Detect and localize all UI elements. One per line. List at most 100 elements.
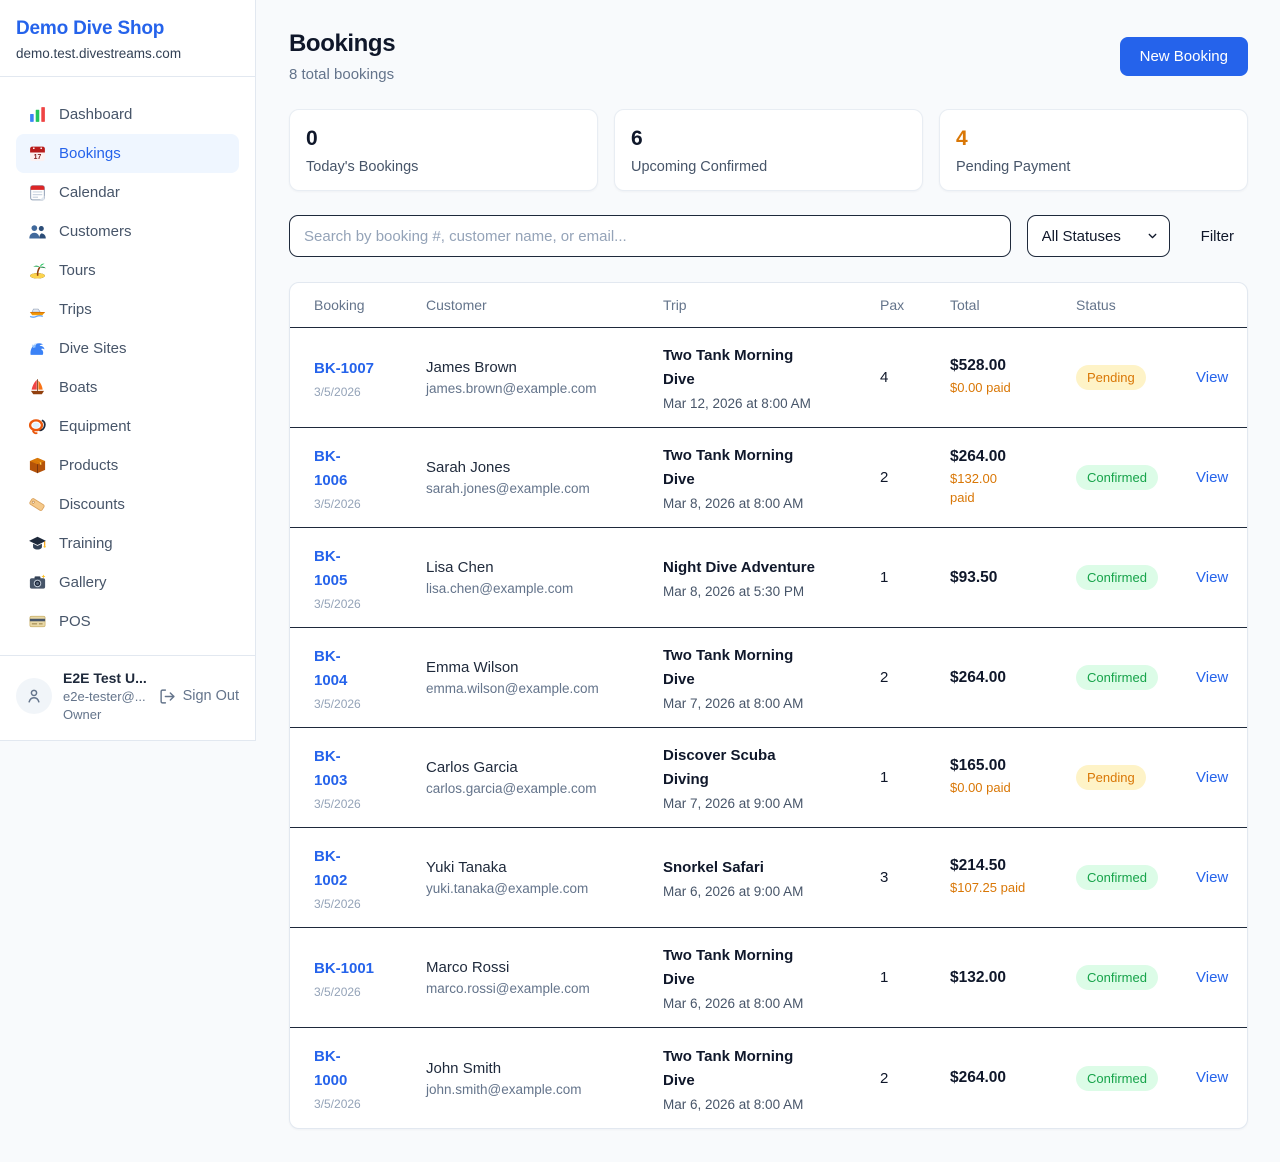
trip-datetime: Mar 8, 2026 at 5:30 PM: [663, 584, 880, 599]
sidebar-item-dive-sites[interactable]: Dive Sites: [16, 329, 239, 368]
column-header-trip: Trip: [663, 297, 880, 313]
sidebar-item-products[interactable]: Products: [16, 446, 239, 485]
view-link[interactable]: View: [1196, 569, 1228, 586]
booking-date: 3/5/2026: [314, 797, 426, 811]
stats-row: 0 Today's Bookings 6 Upcoming Confirmed …: [289, 109, 1248, 191]
view-link[interactable]: View: [1196, 769, 1228, 786]
sidebar-item-customers[interactable]: Customers: [16, 212, 239, 251]
column-header-status: Status: [1076, 297, 1196, 313]
view-link[interactable]: View: [1196, 869, 1228, 886]
shop-domain: demo.test.divestreams.com: [16, 46, 239, 61]
booking-date: 3/5/2026: [314, 897, 426, 911]
total-amount: $264.00: [950, 669, 1076, 687]
trip-datetime: Mar 12, 2026 at 8:00 AM: [663, 396, 880, 411]
sidebar-item-gallery[interactable]: Gallery: [16, 563, 239, 602]
page-header: Bookings 8 total bookings New Booking: [289, 30, 1248, 83]
sidebar-item-training[interactable]: Training: [16, 524, 239, 563]
booking-cell: BK- 1002 3/5/2026: [314, 845, 426, 911]
view-link[interactable]: View: [1196, 369, 1228, 386]
trip-name: Discover Scuba Diving: [663, 744, 821, 792]
total-cell: $264.00 $132.00 paid: [950, 448, 1076, 508]
new-booking-button[interactable]: New Booking: [1120, 37, 1248, 76]
filter-button[interactable]: Filter: [1186, 228, 1248, 245]
sidebar-item-tours[interactable]: Tours: [16, 251, 239, 290]
booking-cell: BK-1007 3/5/2026: [314, 357, 426, 399]
credit-card-icon: [28, 612, 47, 631]
sidebar-item-label: POS: [59, 613, 91, 630]
sign-out-button[interactable]: Sign Out: [159, 688, 239, 705]
sidebar-item-label: Products: [59, 457, 118, 474]
booking-date: 3/5/2026: [314, 985, 426, 999]
search-input[interactable]: [289, 215, 1011, 257]
trip-name: Snorkel Safari: [663, 856, 821, 880]
status-filter-select[interactable]: All Statuses: [1027, 215, 1170, 257]
sidebar-item-label: Dive Sites: [59, 340, 127, 357]
sidebar-item-bookings[interactable]: 17 Bookings: [16, 134, 239, 173]
sidebar-item-pos[interactable]: POS: [16, 602, 239, 641]
sidebar-item-discounts[interactable]: Discounts: [16, 485, 239, 524]
trip-cell: Two Tank Morning Dive Mar 7, 2026 at 8:0…: [663, 644, 880, 711]
sidebar-item-label: Calendar: [59, 184, 120, 201]
column-header-booking: Booking: [314, 297, 426, 313]
status-cell: Confirmed: [1076, 565, 1196, 590]
trip-datetime: Mar 6, 2026 at 9:00 AM: [663, 884, 880, 899]
customer-email: emma.wilson@example.com: [426, 681, 663, 696]
view-link[interactable]: View: [1196, 469, 1228, 486]
sidebar: Demo Dive Shop demo.test.divestreams.com…: [0, 0, 256, 741]
booking-id-link[interactable]: BK-1001: [314, 957, 426, 981]
booking-id-link[interactable]: BK- 1000: [314, 1045, 426, 1093]
page-subtitle: 8 total bookings: [289, 66, 395, 83]
view-link[interactable]: View: [1196, 969, 1228, 986]
table-row[interactable]: BK-1007 3/5/2026 James Brown james.brown…: [290, 328, 1247, 428]
total-amount: $528.00: [950, 357, 1076, 375]
booking-id-link[interactable]: BK-1007: [314, 357, 426, 381]
booking-id-link[interactable]: BK- 1005: [314, 545, 426, 593]
view-link[interactable]: View: [1196, 1069, 1228, 1086]
user-icon: [24, 686, 44, 706]
sign-out-icon: [159, 688, 176, 705]
table-row[interactable]: BK-1001 3/5/2026 Marco Rossi marco.rossi…: [290, 928, 1247, 1028]
sidebar-item-calendar[interactable]: Calendar: [16, 173, 239, 212]
booking-id-link[interactable]: BK- 1006: [314, 445, 426, 493]
total-cell: $264.00: [950, 1069, 1076, 1087]
pax-cell: 3: [880, 869, 950, 886]
sidebar-item-label: Customers: [59, 223, 132, 240]
tear-calendar-icon: [28, 183, 47, 202]
customer-email: james.brown@example.com: [426, 381, 663, 396]
booking-id-link[interactable]: BK- 1003: [314, 745, 426, 793]
table-row[interactable]: BK- 1004 3/5/2026 Emma Wilson emma.wilso…: [290, 628, 1247, 728]
customer-email: lisa.chen@example.com: [426, 581, 663, 596]
booking-cell: BK- 1006 3/5/2026: [314, 445, 426, 511]
table-row[interactable]: BK- 1002 3/5/2026 Yuki Tanaka yuki.tanak…: [290, 828, 1247, 928]
sidebar-item-equipment[interactable]: Equipment: [16, 407, 239, 446]
sidebar-item-trips[interactable]: Trips: [16, 290, 239, 329]
dive-mask-icon: [28, 417, 47, 436]
total-cell: $214.50 $107.25 paid: [950, 857, 1076, 898]
booking-id-link[interactable]: BK- 1002: [314, 845, 426, 893]
status-badge: Confirmed: [1076, 1066, 1158, 1091]
table-row[interactable]: BK- 1000 3/5/2026 John Smith john.smith@…: [290, 1028, 1247, 1128]
customer-cell: Carlos Garcia carlos.garcia@example.com: [426, 759, 663, 796]
status-cell: Confirmed: [1076, 965, 1196, 990]
table-row[interactable]: BK- 1003 3/5/2026 Carlos Garcia carlos.g…: [290, 728, 1247, 828]
sidebar-item-boats[interactable]: Boats: [16, 368, 239, 407]
booking-id-link[interactable]: BK- 1004: [314, 645, 426, 693]
table-row[interactable]: BK- 1006 3/5/2026 Sarah Jones sarah.jone…: [290, 428, 1247, 528]
island-icon: [28, 261, 47, 280]
customer-cell: Sarah Jones sarah.jones@example.com: [426, 459, 663, 496]
total-cell: $132.00: [950, 969, 1076, 987]
stat-value: 4: [956, 126, 1231, 152]
customer-name: James Brown: [426, 359, 663, 376]
sidebar-item-dashboard[interactable]: Dashboard: [16, 95, 239, 134]
paid-amount: $132.00 paid: [950, 470, 1076, 508]
status-badge: Confirmed: [1076, 965, 1158, 990]
sidebar-item-label: Trips: [59, 301, 92, 318]
sidebar-item-label: Bookings: [59, 145, 121, 162]
booking-cell: BK-1001 3/5/2026: [314, 957, 426, 999]
stat-card-pending-payment: 4 Pending Payment: [939, 109, 1248, 191]
svg-text:17: 17: [34, 154, 42, 161]
view-link[interactable]: View: [1196, 669, 1228, 686]
table-row[interactable]: BK- 1005 3/5/2026 Lisa Chen lisa.chen@ex…: [290, 528, 1247, 628]
total-amount: $93.50: [950, 569, 1076, 587]
customer-email: carlos.garcia@example.com: [426, 781, 663, 796]
